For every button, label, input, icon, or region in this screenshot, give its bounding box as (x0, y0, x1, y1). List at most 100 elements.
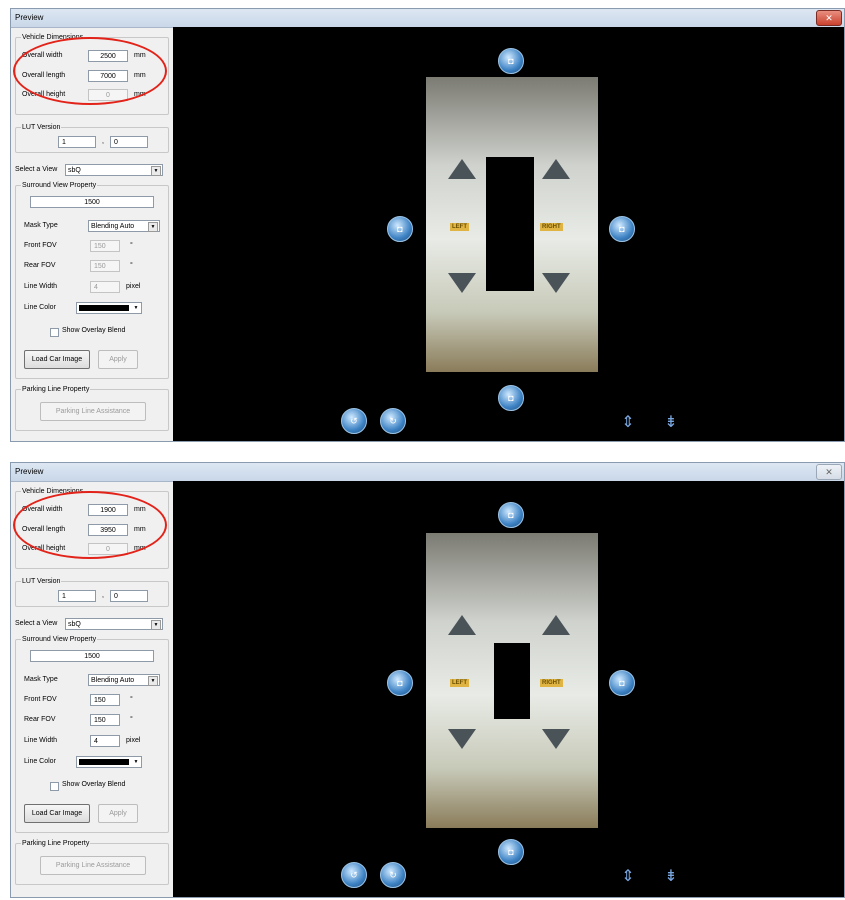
select-view-dropdown[interactable]: sbQ ▼ (65, 164, 163, 176)
up-arrow-icon (448, 615, 476, 635)
close-icon: ✕ (825, 467, 833, 477)
preview-window-2: Preview ✕ Vehicle Dimensions Overall wid… (10, 462, 845, 898)
rear-camera-button[interactable]: ◘ (498, 839, 524, 865)
red-highlight-circle (13, 37, 167, 105)
rear-fov-field[interactable]: 150 (90, 714, 120, 726)
close-button[interactable]: ✕ (816, 464, 842, 480)
line-width-label: Line Width (24, 283, 58, 290)
mask-type-label: Mask Type (24, 222, 58, 229)
apply-button[interactable]: Apply (98, 804, 138, 823)
camera-icon: ◘ (508, 510, 514, 520)
parking-line-group: Parking Line Property Parking Line Assis… (15, 839, 169, 885)
surround-value-field[interactable]: 1500 (30, 196, 154, 208)
chevron-down-icon: ▼ (133, 305, 139, 311)
rotate-right-button[interactable]: ↻ (380, 408, 406, 434)
rotate-right-button[interactable]: ↻ (380, 862, 406, 888)
down-arrow-icon (448, 729, 476, 749)
lut-minor-field[interactable]: 0 (110, 136, 148, 148)
chevron-down-icon: ▼ (151, 620, 161, 630)
front-fov-unit: ° (130, 696, 133, 703)
lut-major-field[interactable]: 1 (58, 136, 96, 148)
line-width-field[interactable]: 4 (90, 735, 120, 747)
overlay-blend-checkbox[interactable] (50, 782, 59, 791)
chevron-down-icon: ▼ (148, 676, 158, 686)
surround-view-image: LEFT RIGHT (426, 533, 598, 828)
mask-type-dropdown[interactable]: Blending Auto ▼ (88, 220, 160, 232)
select-view-label: Select a View (15, 166, 58, 173)
line-width-field[interactable]: 4 (90, 281, 120, 293)
line-color-picker[interactable]: ▼ (76, 756, 142, 768)
group-legend: LUT Version (21, 577, 62, 586)
group-legend: Parking Line Property (21, 839, 91, 848)
down-arrow-icon (542, 729, 570, 749)
surround-view-group: Surround View Property 1500 Mask Type Bl… (15, 181, 169, 379)
load-car-image-button[interactable]: Load Car Image (24, 350, 90, 369)
surround-value-field[interactable]: 1500 (30, 650, 154, 662)
front-fov-field[interactable]: 150 (90, 240, 120, 252)
overlay-blend-label: Show Overlay Blend (62, 781, 126, 788)
collapse-vertical-icon: ⇟ (664, 414, 678, 431)
car-mask (486, 157, 534, 291)
group-legend: Parking Line Property (21, 385, 91, 394)
rotate-left-button[interactable]: ↺ (341, 408, 367, 434)
mask-type-dropdown[interactable]: Blending Auto ▼ (88, 674, 160, 686)
lut-major-field[interactable]: 1 (58, 590, 96, 602)
right-camera-button[interactable]: ◘ (609, 670, 635, 696)
rear-fov-label: Rear FOV (24, 716, 56, 723)
lut-minor-field[interactable]: 0 (110, 590, 148, 602)
red-highlight-circle (13, 491, 167, 559)
front-camera-button[interactable]: ◘ (498, 502, 524, 528)
line-width-unit: pixel (126, 283, 141, 290)
camera-icon: ◘ (508, 56, 514, 66)
group-legend: LUT Version (21, 123, 62, 132)
select-view-dropdown[interactable]: sbQ ▼ (65, 618, 163, 630)
mask-type-label: Mask Type (24, 676, 58, 683)
apply-button[interactable]: Apply (98, 350, 138, 369)
camera-preview-area: ◘ ◘ ◘ ◘ ↺ ↻ ⇕ ⇟ LEFT RIGHT (173, 481, 844, 897)
parking-line-assistance-button[interactable]: Parking Line Assistance (40, 402, 146, 421)
collapse-vertical-button[interactable]: ⇟ (664, 865, 678, 889)
group-legend: Surround View Property (21, 181, 98, 190)
car-mask (494, 643, 530, 719)
load-car-image-button[interactable]: Load Car Image (24, 804, 90, 823)
line-color-label: Line Color (24, 304, 56, 311)
line-color-label: Line Color (24, 758, 56, 765)
left-camera-button[interactable]: ◘ (387, 216, 413, 242)
close-button[interactable]: ✕ (816, 10, 842, 26)
expand-vertical-button[interactable]: ⇕ (621, 411, 635, 435)
rotate-cw-icon: ↻ (389, 870, 397, 880)
overlay-blend-label: Show Overlay Blend (62, 327, 126, 334)
lut-separator: , (102, 138, 104, 145)
left-camera-button[interactable]: ◘ (387, 670, 413, 696)
expand-vertical-icon: ⇕ (621, 868, 635, 885)
mask-type-value: Blending Auto (91, 223, 135, 230)
rear-fov-label: Rear FOV (24, 262, 56, 269)
chevron-down-icon: ▼ (148, 222, 158, 232)
title-bar: Preview ✕ (11, 463, 844, 482)
up-arrow-icon (448, 159, 476, 179)
left-label: LEFT (450, 223, 469, 231)
overlay-blend-checkbox[interactable] (50, 328, 59, 337)
right-camera-button[interactable]: ◘ (609, 216, 635, 242)
rear-fov-field[interactable]: 150 (90, 260, 120, 272)
lut-version-group: LUT Version 1 , 0 (15, 123, 169, 153)
expand-vertical-icon: ⇕ (621, 414, 635, 431)
collapse-vertical-button[interactable]: ⇟ (664, 411, 678, 435)
rear-camera-button[interactable]: ◘ (498, 385, 524, 411)
parking-line-group: Parking Line Property Parking Line Assis… (15, 385, 169, 431)
preview-window-1: Preview ✕ Vehicle Dimensions Overall wid… (10, 8, 845, 442)
line-color-picker[interactable]: ▼ (76, 302, 142, 314)
down-arrow-icon (448, 273, 476, 293)
up-arrow-icon (542, 615, 570, 635)
expand-vertical-button[interactable]: ⇕ (621, 865, 635, 889)
surround-view-group: Surround View Property 1500 Mask Type Bl… (15, 635, 169, 833)
rotate-cw-icon: ↻ (389, 416, 397, 426)
front-fov-field[interactable]: 150 (90, 694, 120, 706)
parking-line-assistance-button[interactable]: Parking Line Assistance (40, 856, 146, 875)
select-view-label: Select a View (15, 620, 58, 627)
front-camera-button[interactable]: ◘ (498, 48, 524, 74)
camera-icon: ◘ (508, 847, 514, 857)
front-fov-label: Front FOV (24, 696, 57, 703)
rotate-left-button[interactable]: ↺ (341, 862, 367, 888)
camera-icon: ◘ (397, 224, 403, 234)
